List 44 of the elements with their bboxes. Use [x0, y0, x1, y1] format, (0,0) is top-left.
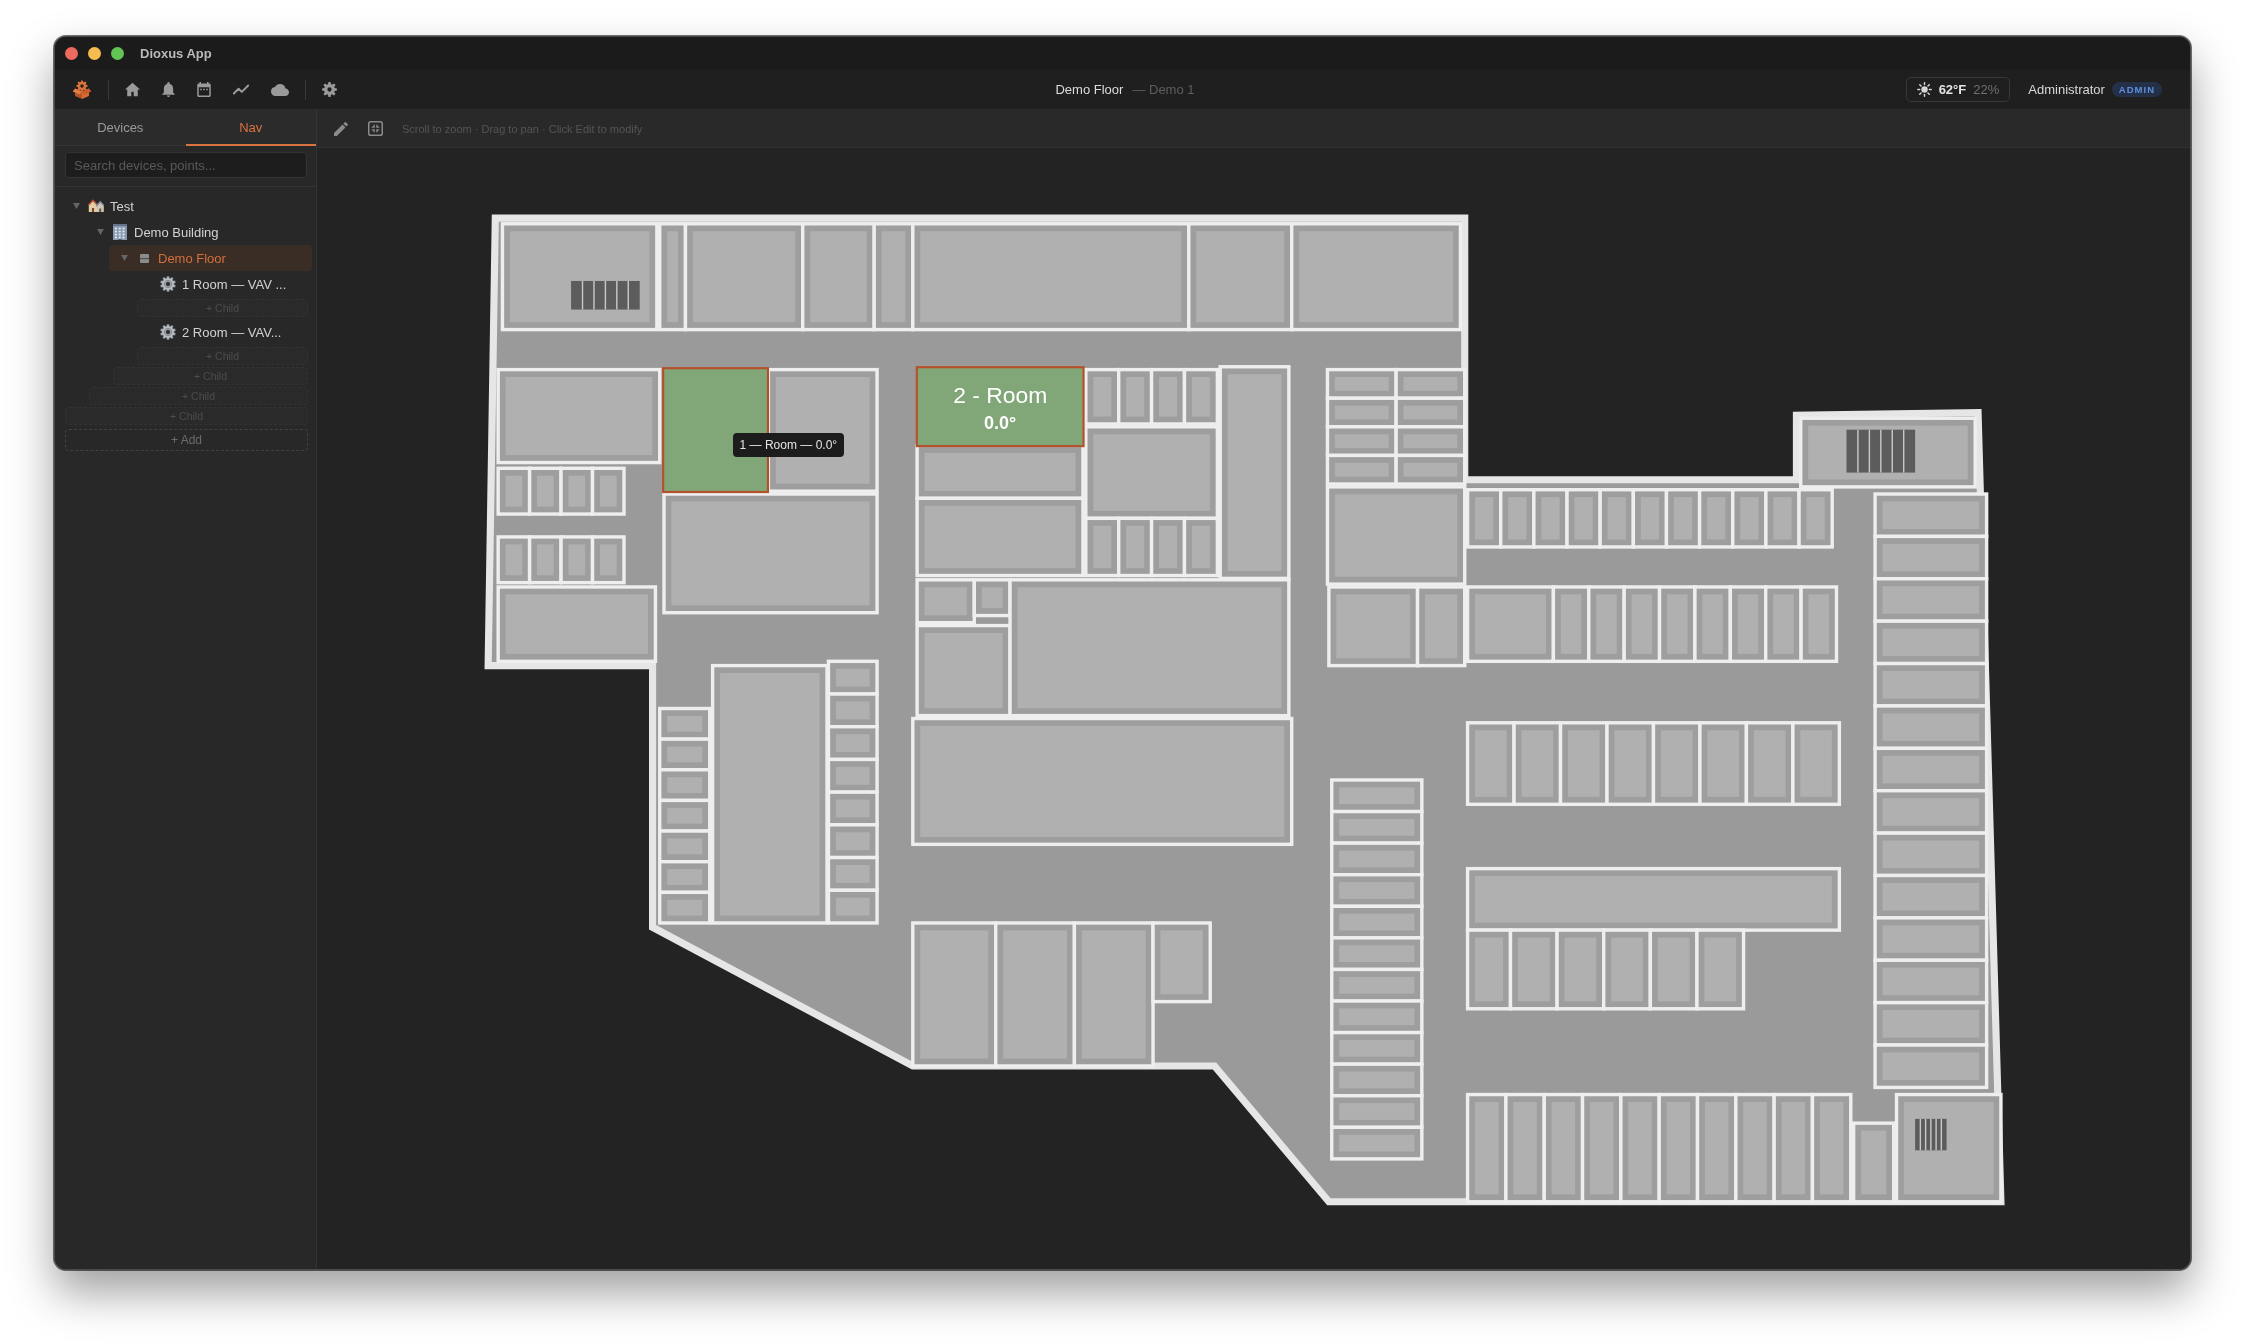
temperature-text: 62°F [1938, 82, 1967, 97]
sidebar-tab[interactable]: Devices [55, 110, 186, 146]
caret-icon[interactable] [72, 203, 80, 209]
gear-icon [160, 324, 176, 340]
tree-item[interactable]: 2 Room — VAV... [133, 319, 312, 345]
settings-icon[interactable] [322, 82, 337, 97]
page-subtitle: — Demo 1 [1132, 82, 1195, 97]
room [1631, 488, 1668, 549]
office-building-icon [113, 224, 127, 240]
humidity-text: 22% [1973, 82, 2000, 97]
frame-corners-icon[interactable] [368, 121, 383, 136]
minimize-icon[interactable] [88, 47, 101, 60]
role-badge: ADMIN [2111, 82, 2162, 97]
calendar-icon[interactable] [197, 82, 211, 97]
room-tooltip: 1 — Room — 0.0° [732, 433, 845, 458]
add-button[interactable]: + Add [65, 429, 308, 451]
staircase [570, 280, 640, 311]
room [1598, 488, 1635, 549]
tree-item[interactable]: Demo Floor [109, 245, 312, 271]
search-field[interactable]: Search devices, points... [65, 152, 307, 178]
sun-icon [1916, 82, 1932, 97]
tree-item[interactable]: Test [61, 193, 312, 219]
page-title: Demo Floor [1055, 82, 1124, 97]
bell-icon[interactable] [162, 82, 175, 97]
room-name-label: 2 - Room [952, 381, 1047, 408]
tree-item[interactable]: 1 Room — VAV ... [133, 271, 312, 297]
staircase [1846, 428, 1915, 474]
app-logo-icon [72, 79, 92, 100]
close-icon[interactable] [65, 47, 78, 60]
cloud-icon[interactable] [271, 83, 289, 96]
maximize-icon[interactable] [111, 47, 124, 60]
gear-icon [160, 276, 176, 292]
highlighted-room[interactable] [915, 366, 1085, 448]
stacked-block-icon [139, 253, 149, 263]
room [1664, 488, 1701, 549]
user-name: Administrator [2028, 82, 2105, 97]
line-chart-icon[interactable] [233, 84, 249, 95]
houses-icon [88, 199, 104, 213]
room-reading-label: 0.0° [983, 412, 1016, 433]
window-title: Dioxus App [140, 46, 212, 61]
caret-icon[interactable] [96, 229, 104, 235]
home-icon[interactable] [125, 82, 140, 97]
pencil-icon[interactable] [334, 121, 348, 136]
tree-item[interactable]: Demo Building [85, 219, 312, 245]
